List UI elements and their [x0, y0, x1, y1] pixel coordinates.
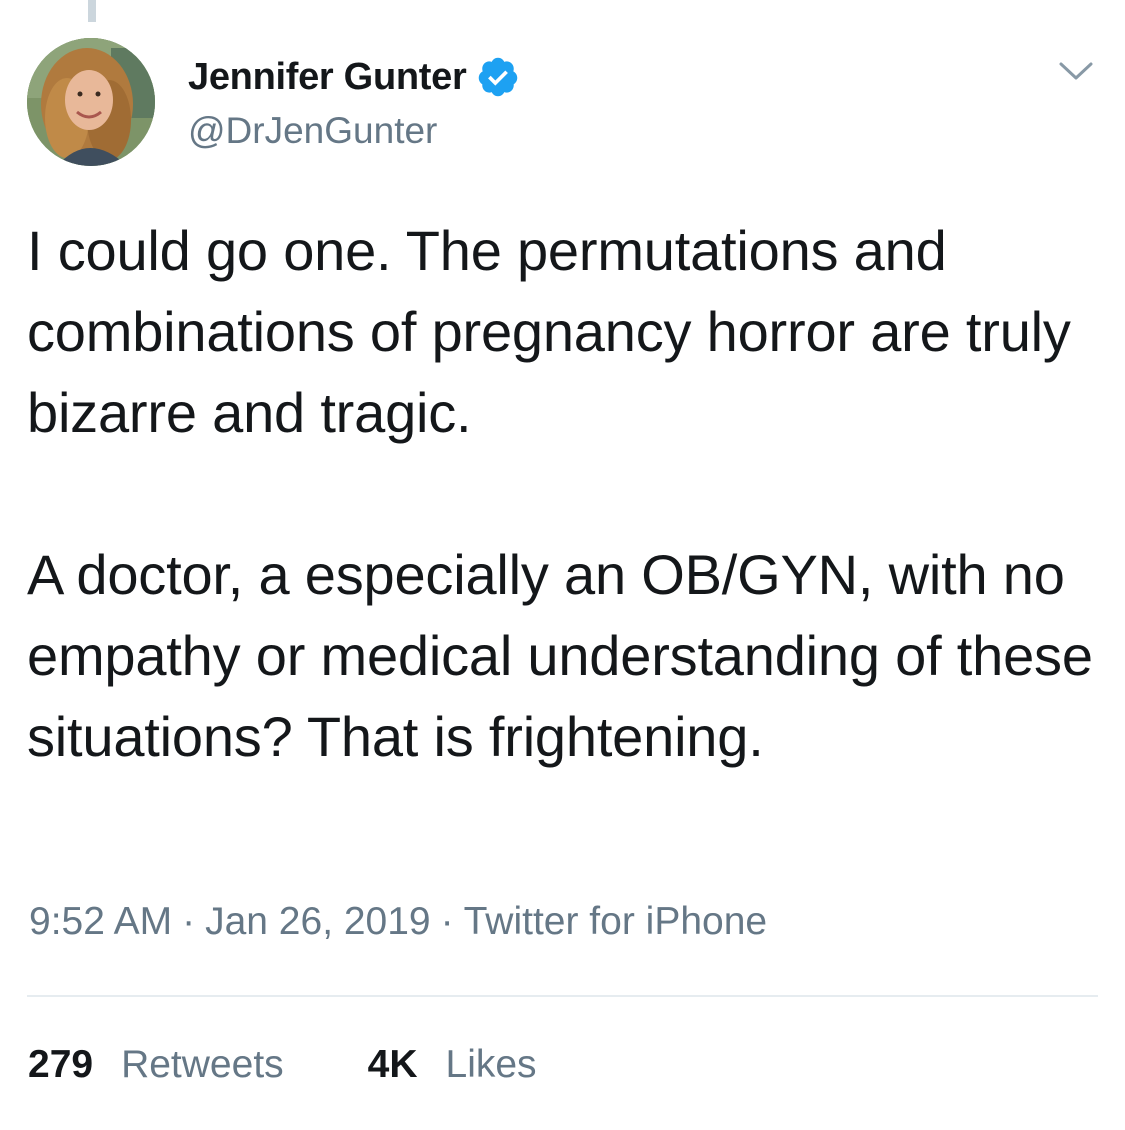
likes-stat[interactable]: 4K Likes — [368, 1043, 537, 1087]
divider — [27, 995, 1098, 997]
thread-connector-line — [88, 0, 96, 22]
chevron-down-icon[interactable] — [1058, 55, 1094, 85]
author-name-row: Jennifer Gunter — [188, 54, 520, 100]
author-handle[interactable]: @DrJenGunter — [188, 110, 520, 152]
tweet-time[interactable]: 9:52 AM — [29, 900, 172, 943]
tweet-text: I could go one. The permutations and com… — [27, 210, 1097, 777]
meta-separator: · — [440, 900, 454, 943]
tweet-date[interactable]: Jan 26, 2019 — [205, 900, 431, 943]
tweet-paragraph: I could go one. The permutations and com… — [27, 219, 1071, 444]
verified-badge-icon — [476, 55, 520, 99]
likes-count: 4K — [367, 1043, 418, 1086]
tweet-metadata: 9:52 AM · Jan 26, 2019 · Twitter for iPhone — [29, 900, 767, 944]
tweet-paragraph: A doctor, a especially an OB/GYN, with n… — [27, 543, 1093, 768]
author-display-name[interactable]: Jennifer Gunter — [188, 56, 467, 99]
retweets-stat[interactable]: 279 Retweets — [28, 1043, 284, 1087]
avatar[interactable] — [27, 38, 155, 166]
likes-label: Likes — [445, 1043, 537, 1086]
tweet-stats: 279 Retweets 4K Likes — [28, 1043, 537, 1087]
meta-separator: · — [182, 900, 196, 943]
retweets-label: Retweets — [121, 1043, 284, 1086]
tweet-author[interactable]: Jennifer Gunter @DrJenGunter — [188, 54, 520, 152]
retweets-count: 279 — [28, 1043, 94, 1086]
avatar-photo — [27, 38, 155, 166]
tweet-source-link[interactable]: Twitter for iPhone — [464, 900, 767, 943]
